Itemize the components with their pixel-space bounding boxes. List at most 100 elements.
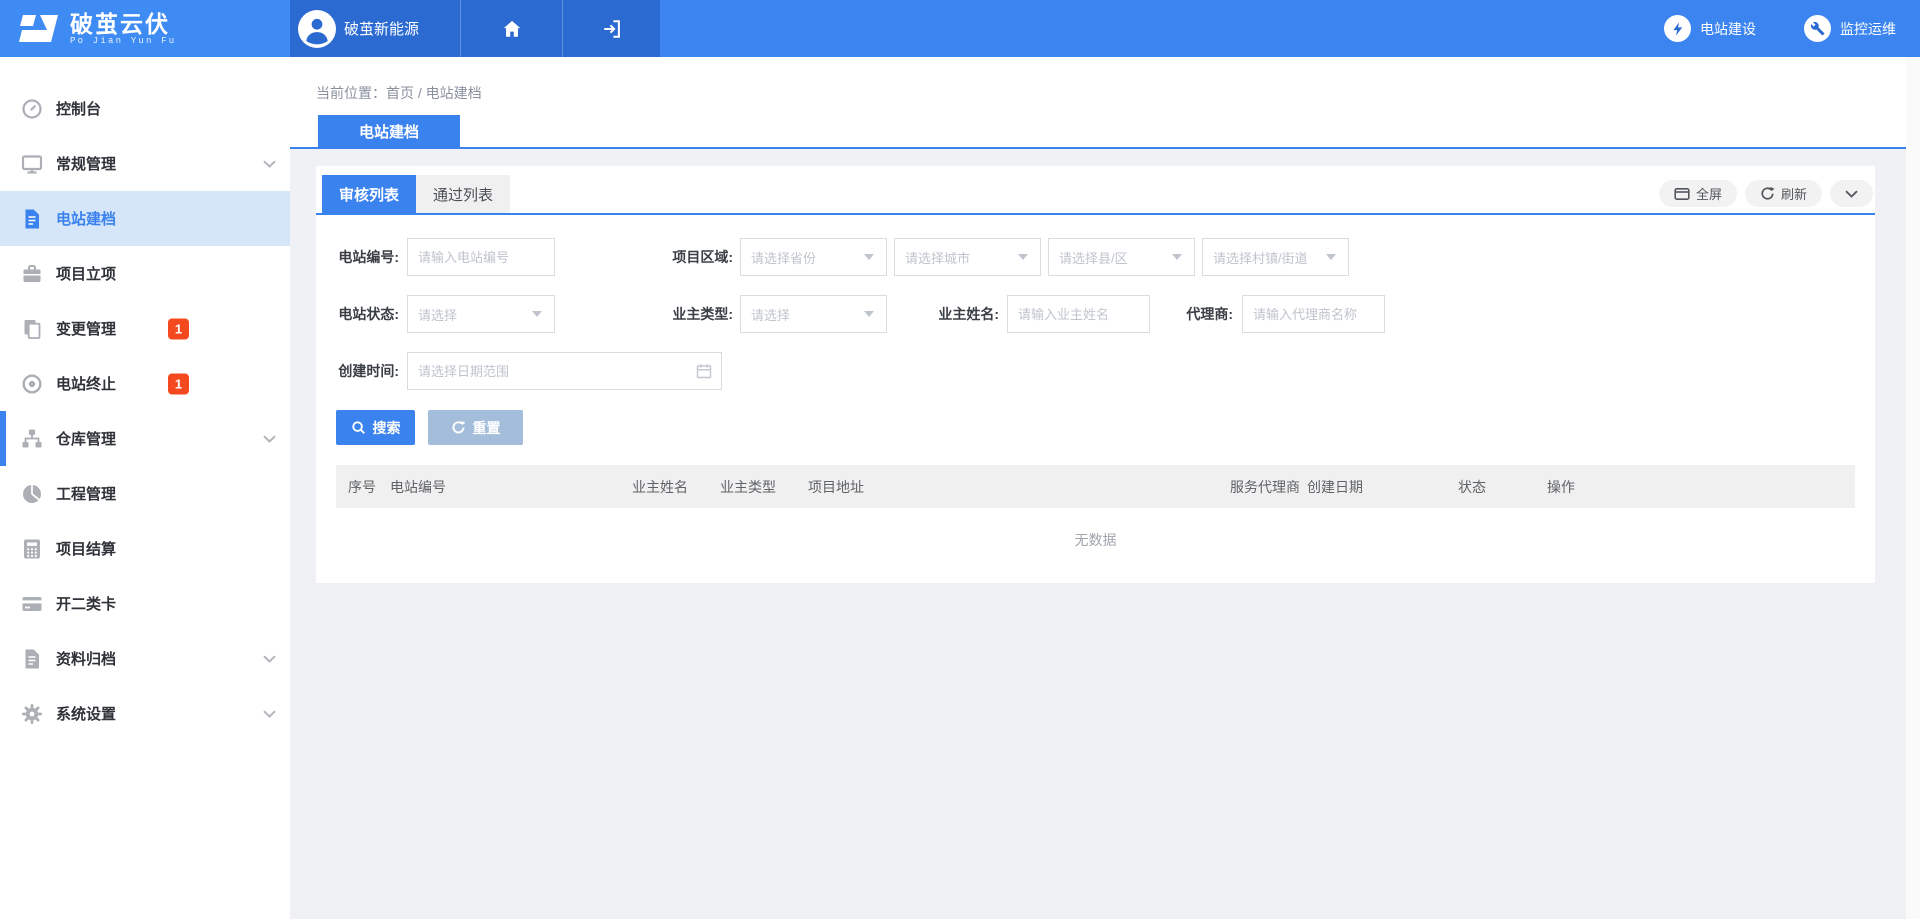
sidebar-item-project-initiation[interactable]: 项目立项 [0, 246, 290, 301]
user-avatar-icon [298, 10, 336, 48]
table-header: 序号 电站编号 业主姓名 业主类型 项目地址 服务代理商 创建日期 状态 操作 [336, 465, 1855, 508]
tab-review-list[interactable]: 审核列表 [322, 175, 416, 213]
owner-name-label: 业主姓名: [935, 295, 999, 333]
gear-icon [20, 702, 44, 726]
logout-button[interactable] [562, 0, 660, 57]
filter-row-3: 创建时间: [316, 352, 1875, 390]
home-icon [501, 18, 523, 40]
date-range-input[interactable] [407, 352, 722, 390]
scrollbar[interactable] [1906, 57, 1920, 919]
owner-type-select[interactable]: 请选择 [740, 295, 887, 333]
sidebar-item-project-settlement[interactable]: 项目结算 [0, 521, 290, 576]
search-button[interactable]: 搜索 [336, 410, 415, 445]
filter-row-1: 电站编号: 项目区域: 请选择省份 请选择城市 请选择县/区 请选择村镇/街道 [316, 238, 1875, 276]
brand-subtitle: Po Jian Yun Fu [70, 36, 176, 46]
brand-name: 破茧云伏 [70, 12, 176, 36]
province-select[interactable]: 请选择省份 [740, 238, 887, 276]
col-owner-type: 业主类型 [720, 477, 808, 497]
content-card: 审核列表 通过列表 全屏 刷新 [316, 166, 1875, 583]
reset-icon [451, 420, 466, 435]
date-range-picker[interactable] [407, 352, 722, 390]
logout-icon [601, 18, 623, 40]
sidebar-item-warehouse-mgmt[interactable]: 仓库管理 [0, 411, 290, 466]
tab-passed-list[interactable]: 通过列表 [416, 175, 510, 213]
app-header: 破茧云伏 Po Jian Yun Fu 破茧新能源 [0, 0, 1920, 57]
brand-logo-icon [16, 13, 60, 45]
copy-pages-icon [20, 317, 44, 341]
col-owner-name: 业主姓名 [632, 477, 720, 497]
caret-down-icon [1018, 254, 1028, 260]
city-select[interactable]: 请选择城市 [894, 238, 1041, 276]
breadcrumb: 当前位置：首页 / 电站建档 [316, 83, 482, 103]
caret-down-icon [1326, 254, 1336, 260]
nav-station-build[interactable]: 电站建设 [1664, 15, 1756, 42]
record-circle-icon [20, 372, 44, 396]
agent-label: 代理商: [1169, 295, 1233, 333]
refresh-button[interactable]: 刷新 [1745, 180, 1822, 207]
agent-input[interactable] [1242, 295, 1385, 333]
monitor-icon [20, 152, 44, 176]
breadcrumb-path: 首页 / 电站建档 [386, 85, 482, 101]
caret-down-icon [864, 311, 874, 317]
wrench-icon [1804, 15, 1831, 42]
col-service-agent: 服务代理商 [1230, 477, 1307, 497]
owner-type-label: 业主类型: [663, 295, 733, 333]
town-select[interactable]: 请选择村镇/街道 [1202, 238, 1349, 276]
sidebar-item-general-mgmt[interactable]: 常规管理 [0, 136, 290, 191]
list-tabs: 审核列表 通过列表 [322, 175, 510, 213]
user-menu[interactable]: 破茧新能源 [290, 0, 460, 57]
nav-monitor-ops[interactable]: 监控运维 [1804, 15, 1896, 42]
nav-station-build-label: 电站建设 [1700, 19, 1756, 39]
badge-count: 1 [168, 373, 189, 394]
sidebar-item-station-termination[interactable]: 电站终止 1 [0, 356, 290, 411]
header-nav: 电站建设 监控运维 [1664, 0, 1896, 57]
breadcrumb-bar: 当前位置：首页 / 电站建档 电站建档 [290, 57, 1920, 147]
collapse-button[interactable] [1830, 180, 1873, 207]
station-code-label: 电站编号: [336, 238, 399, 276]
owner-name-input[interactable] [1007, 295, 1150, 333]
caret-down-icon [532, 311, 542, 317]
chevron-down-icon [263, 435, 276, 443]
caret-down-icon [864, 254, 874, 260]
credit-card-icon [20, 592, 44, 616]
sidebar-item-open-card[interactable]: 开二类卡 [0, 576, 290, 631]
sidebar-item-station-archive[interactable]: 电站建档 [0, 191, 290, 246]
sidebar-item-console[interactable]: 控制台 [0, 81, 290, 136]
home-button[interactable] [460, 0, 562, 57]
calculator-icon [20, 537, 44, 561]
project-region-label: 项目区域: [663, 238, 733, 276]
filter-row-2: 电站状态: 请选择 业主类型: 请选择 业主姓名: 代理商: [316, 295, 1875, 333]
company-name: 破茧新能源 [344, 18, 419, 39]
col-create-date: 创建日期 [1307, 477, 1458, 497]
sidebar-item-data-archive[interactable]: 资料归档 [0, 631, 290, 686]
file-icon [20, 647, 44, 671]
page-tab-station-archive[interactable]: 电站建档 [318, 115, 460, 147]
county-select[interactable]: 请选择县/区 [1048, 238, 1195, 276]
chevron-down-icon [1845, 190, 1858, 198]
col-index: 序号 [348, 477, 390, 497]
sidebar-item-system-settings[interactable]: 系统设置 [0, 686, 290, 741]
tabs-underline [316, 213, 1875, 215]
col-project-address: 项目地址 [808, 477, 1230, 497]
lightning-icon [1664, 15, 1691, 42]
station-code-input[interactable] [407, 238, 555, 276]
fullscreen-button[interactable]: 全屏 [1659, 180, 1737, 207]
sidebar-item-engineering-mgmt[interactable]: 工程管理 [0, 466, 290, 521]
search-icon [351, 420, 366, 435]
reset-button[interactable]: 重置 [428, 410, 523, 445]
sitemap-icon [20, 427, 44, 451]
pie-chart-icon [20, 482, 44, 506]
calendar-icon [696, 363, 712, 379]
filter-actions: 搜索 重置 [336, 410, 523, 445]
station-status-label: 电站状态: [336, 295, 399, 333]
empty-state-text: 无数据 [336, 530, 1855, 550]
station-status-select[interactable]: 请选择 [407, 295, 555, 333]
dashboard-icon [20, 97, 44, 121]
badge-count: 1 [168, 318, 189, 339]
chevron-down-icon [263, 710, 276, 718]
sidebar-item-change-mgmt[interactable]: 变更管理 1 [0, 301, 290, 356]
briefcase-icon [20, 262, 44, 286]
col-actions: 操作 [1547, 477, 1855, 497]
col-status: 状态 [1458, 477, 1547, 497]
document-icon [20, 207, 44, 231]
